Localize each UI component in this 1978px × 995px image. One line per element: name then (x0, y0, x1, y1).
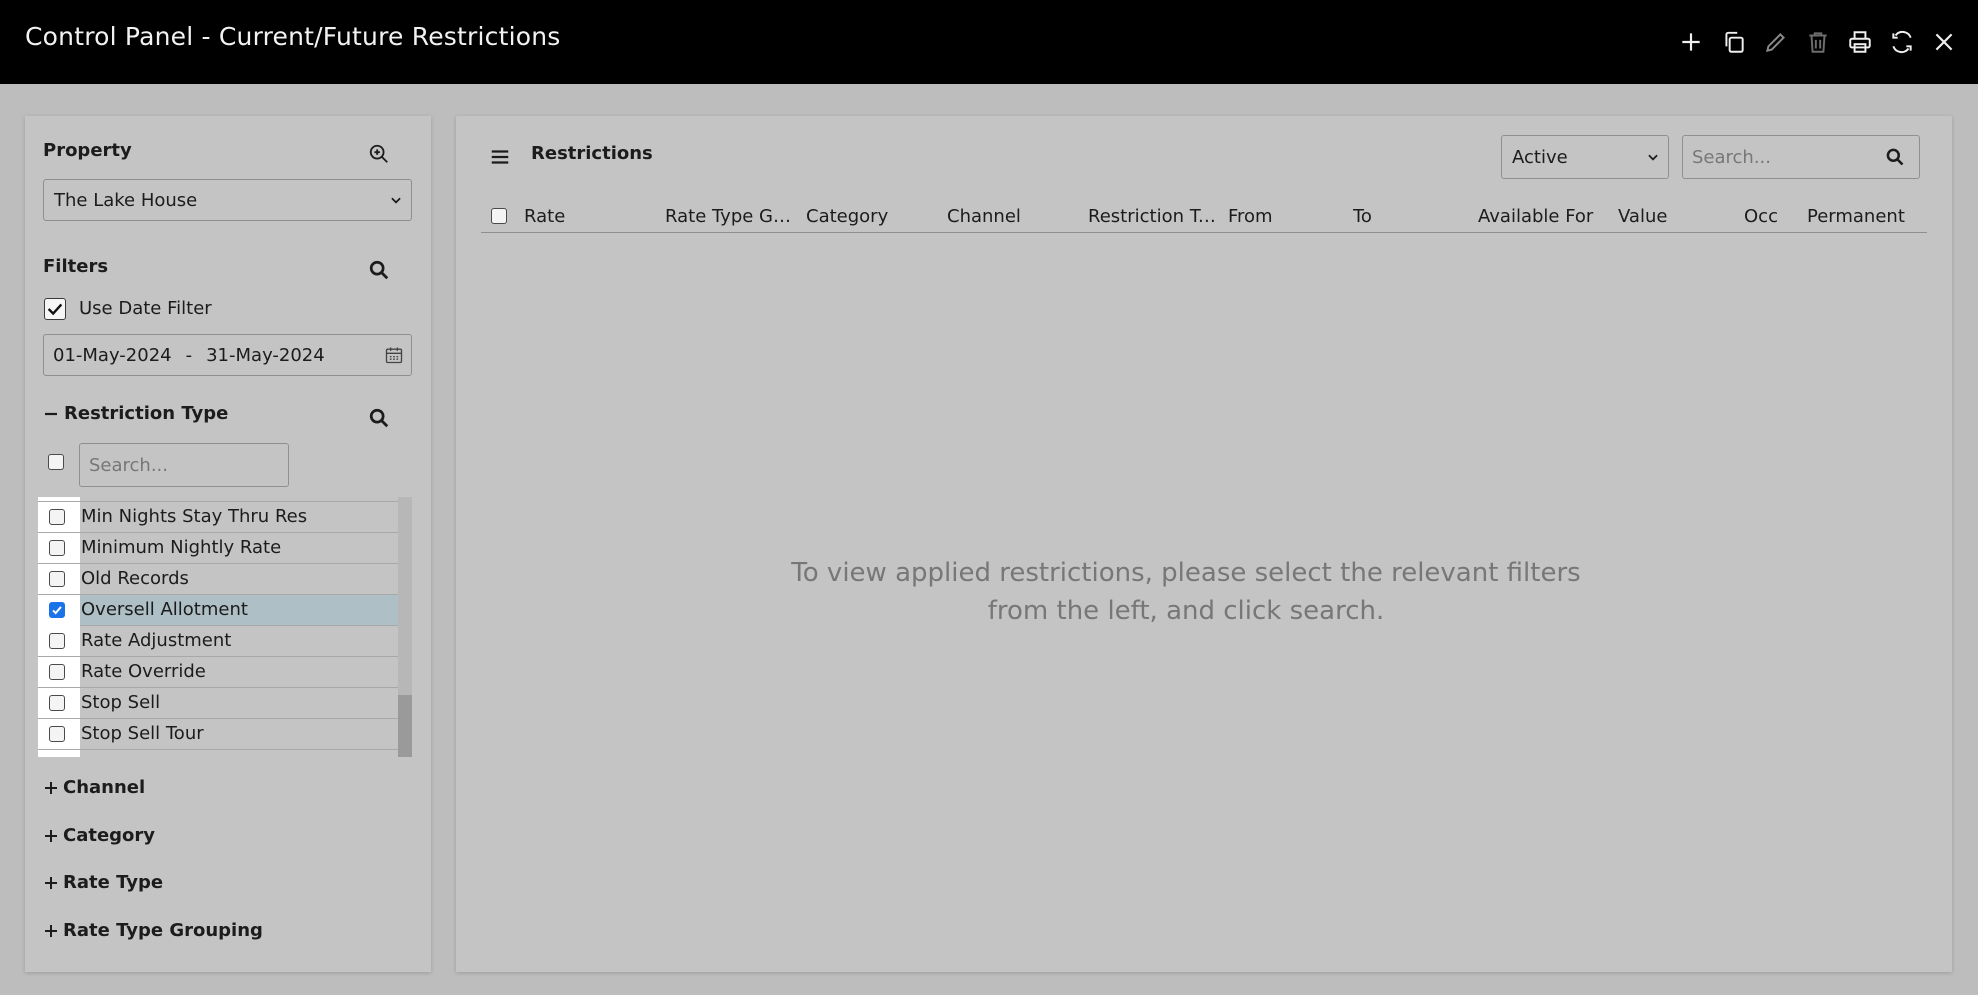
restrictions-search-input[interactable]: Search... (1682, 135, 1920, 179)
header-divider (481, 232, 1927, 233)
column-header-to[interactable]: To (1353, 206, 1463, 227)
column-header-restriction-type[interactable]: Restriction Ty... (1088, 206, 1218, 227)
column-header-occ[interactable]: Occ (1744, 206, 1804, 227)
list-item-label: Old Records (81, 568, 189, 589)
restriction-type-header[interactable]: Restriction Type (43, 403, 228, 424)
restrictions-search-placeholder: Search... (1692, 146, 1772, 168)
column-header-rate[interactable]: Rate (524, 206, 654, 227)
panel-title: Restrictions (531, 143, 653, 164)
list-item[interactable]: Min Nights Stay Thru Res (38, 502, 398, 533)
chevron-down-icon (1648, 154, 1658, 161)
list-item-selected[interactable]: Oversell Allotment (38, 595, 398, 626)
plus-icon (45, 829, 57, 842)
list-item-checkbox[interactable] (49, 571, 65, 587)
list-item[interactable]: Old Records (38, 564, 398, 595)
select-all-restriction-types-checkbox[interactable] (48, 454, 64, 470)
copy-icon[interactable] (1717, 25, 1751, 59)
list-item-checkbox[interactable] (49, 726, 65, 742)
trash-icon[interactable] (1801, 25, 1835, 59)
list-scrollbar[interactable] (398, 497, 412, 757)
column-header-from[interactable]: From (1228, 206, 1338, 227)
window-title: Control Panel - Current/Future Restricti… (25, 22, 561, 51)
date-range-field[interactable]: 01-May-2024 - 31-May-2024 (43, 334, 412, 376)
list-item-checkbox[interactable] (49, 664, 65, 680)
list-item-checkbox-checked[interactable] (49, 602, 65, 618)
list-item-checkbox[interactable] (49, 633, 65, 649)
title-bar: Control Panel - Current/Future Restricti… (0, 0, 1978, 84)
list-item-checkbox[interactable] (49, 540, 65, 556)
status-select-value: Active (1512, 146, 1568, 168)
rate-type-section-toggle[interactable]: Rate Type (43, 872, 163, 893)
restrictions-panel: Restrictions Active Search... Rate Rate … (456, 116, 1952, 972)
column-header-category[interactable]: Category (806, 206, 936, 227)
section-label: Rate Type (63, 872, 164, 893)
restriction-type-search-input[interactable]: Search... (79, 443, 289, 487)
hamburger-menu-icon[interactable] (486, 143, 514, 171)
list-item[interactable]: Minimum Nightly Rate (38, 533, 398, 564)
date-to: 31-May-2024 (206, 344, 325, 366)
plus-icon (45, 924, 57, 937)
list-item[interactable]: Rate Adjustment (38, 626, 398, 657)
rate-type-grouping-section-toggle[interactable]: Rate Type Grouping (43, 920, 263, 941)
calendar-icon[interactable] (384, 345, 404, 365)
plus-icon (45, 781, 57, 794)
list-item[interactable]: Stop Sell (38, 688, 398, 719)
close-icon[interactable] (1927, 25, 1961, 59)
minus-icon (45, 412, 57, 415)
chevron-down-icon (391, 197, 401, 204)
property-select[interactable]: The Lake House (43, 179, 412, 221)
zoom-in-icon[interactable] (365, 140, 393, 168)
list-item-label: Stop Sell (81, 692, 161, 713)
date-from: 01-May-2024 (53, 344, 172, 366)
use-date-filter-label: Use Date Filter (79, 298, 212, 319)
empty-state-message: To view applied restrictions, please sel… (791, 558, 1581, 626)
search-icon[interactable] (365, 404, 393, 432)
property-label: Property (43, 140, 132, 161)
search-icon[interactable] (1885, 147, 1905, 167)
list-item-label: Rate Adjustment (81, 630, 232, 651)
category-section-toggle[interactable]: Category (43, 825, 155, 846)
printer-icon[interactable] (1843, 25, 1877, 59)
list-item-checkbox[interactable] (49, 509, 65, 525)
list-item-label: Stop Sell Tour (81, 723, 204, 744)
column-header-available-for[interactable]: Available For (1478, 206, 1608, 227)
refresh-icon[interactable] (1885, 25, 1919, 59)
search-icon[interactable] (365, 256, 393, 284)
column-header-permanent[interactable]: Permanent (1807, 206, 1927, 227)
list-item[interactable]: Stop Sell Tour (38, 719, 398, 750)
column-header-rate-type-grouping[interactable]: Rate Type Gro... (665, 206, 797, 227)
plus-icon (45, 876, 57, 889)
checkmark-icon (52, 606, 62, 615)
pencil-icon[interactable] (1759, 25, 1793, 59)
scrollbar-thumb[interactable] (398, 695, 412, 757)
section-label: Rate Type Grouping (63, 920, 263, 941)
list-item-label: Min Nights Stay Thru Res (81, 506, 308, 527)
restriction-type-list[interactable]: Min Nights Stay Thru Res Minimum Nightly… (38, 497, 411, 757)
property-select-value: The Lake House (54, 189, 198, 211)
status-select[interactable]: Active (1501, 135, 1669, 179)
list-item-label: Oversell Allotment (81, 599, 248, 620)
list-item[interactable]: Rate Override (38, 657, 398, 688)
date-separator: - (185, 344, 193, 366)
list-item-label: Minimum Nightly Rate (81, 537, 282, 558)
list-item-label: Rate Override (81, 661, 206, 682)
checkmark-icon (47, 303, 63, 316)
column-header-value[interactable]: Value (1618, 206, 1708, 227)
list-item-checkbox[interactable] (49, 695, 65, 711)
section-label: Channel (63, 777, 146, 798)
select-all-rows-checkbox[interactable] (491, 208, 507, 224)
section-label: Category (63, 825, 156, 846)
restriction-type-search-placeholder: Search... (89, 454, 169, 476)
channel-section-toggle[interactable]: Channel (43, 777, 145, 798)
plus-icon[interactable] (1674, 25, 1708, 59)
column-header-channel[interactable]: Channel (947, 206, 1077, 227)
filters-label: Filters (43, 256, 109, 277)
filter-panel: Property The Lake House Filters Use Date… (25, 116, 431, 972)
use-date-filter-checkbox[interactable] (44, 298, 66, 320)
restriction-type-label: Restriction Type (64, 403, 229, 424)
